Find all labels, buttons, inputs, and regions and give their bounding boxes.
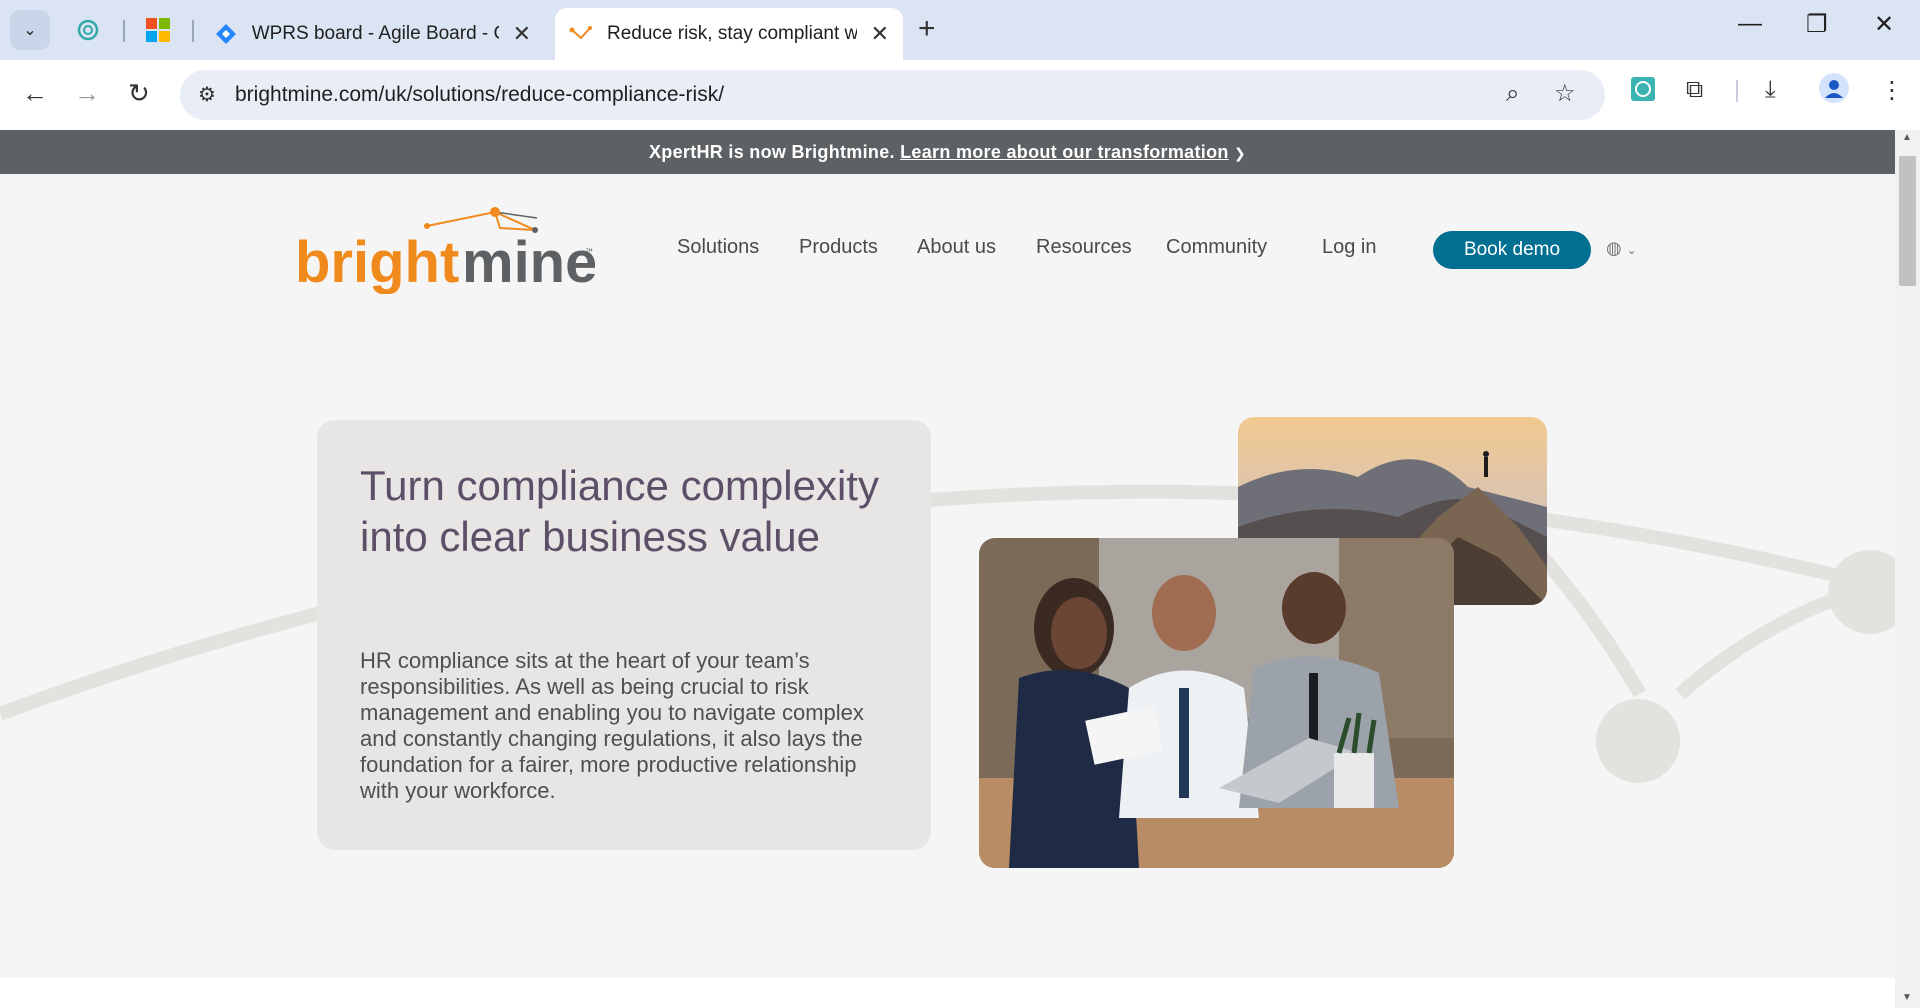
nav-community[interactable]: Community xyxy=(1166,236,1267,259)
restore-icon[interactable]: ❐ xyxy=(1806,10,1828,39)
browser-chrome: ⌄ WPRS board - Agile Board - CE ✕ Reduce… xyxy=(0,0,1920,130)
tab-separator xyxy=(192,20,194,42)
globe-icon: ◍ xyxy=(1606,238,1622,258)
nav-log-in[interactable]: Log in xyxy=(1322,236,1377,259)
extensions-puzzle-icon[interactable]: ⧉ xyxy=(1686,76,1703,104)
svg-text:bright: bright xyxy=(295,230,459,294)
nav-about-us[interactable]: About us xyxy=(917,236,996,259)
team-meeting-image xyxy=(979,538,1454,868)
book-demo-button[interactable]: Book demo xyxy=(1433,231,1591,269)
chevron-right-icon: ❯ xyxy=(1233,145,1247,161)
chevron-down-icon: ⌄ xyxy=(1626,243,1637,257)
chevron-down-icon: ⌄ xyxy=(23,22,37,39)
page-content: bright mine ™ Solutions Products About u… xyxy=(0,174,1895,978)
menu-kebab-icon[interactable]: ⋮ xyxy=(1880,76,1904,105)
hero-title: Turn compliance complexity into clear bu… xyxy=(360,462,879,560)
browser-toolbar: ← → ↻ ⚙ brightmine.com/uk/solutions/redu… xyxy=(0,60,1920,130)
banner-text: XpertHR is now Brightmine. xyxy=(648,142,895,162)
vertical-scrollbar[interactable]: ▲ ▼ xyxy=(1895,130,1920,1008)
announcement-banner: XpertHR is now Brightmine. Learn more ab… xyxy=(0,130,1895,174)
url-text: brightmine.com/uk/solutions/reduce-compl… xyxy=(235,83,725,106)
tab-wprs-board[interactable]: WPRS board - Agile Board - CE ✕ xyxy=(200,8,545,60)
tab-separator xyxy=(123,20,125,42)
extension-chatgpt-glyph xyxy=(1631,77,1655,101)
profile-avatar-glyph xyxy=(1819,73,1849,103)
tab-strip: ⌄ WPRS board - Agile Board - CE ✕ Reduce… xyxy=(0,0,1920,60)
bookmark-star-icon[interactable]: ☆ xyxy=(1554,79,1576,108)
brightmine-logo[interactable]: bright mine ™ xyxy=(295,204,597,299)
back-arrow-icon[interactable]: ← xyxy=(22,78,48,109)
forward-arrow-icon[interactable]: → xyxy=(74,78,100,109)
tab-title: Reduce risk, stay compliant with xyxy=(606,23,857,44)
svg-text:™: ™ xyxy=(585,247,593,256)
scrollbar-thumb[interactable] xyxy=(1899,156,1916,286)
extension-chatgpt-icon[interactable] xyxy=(1630,76,1656,109)
page-bottom-strip xyxy=(0,978,1895,1008)
hero-body: HR compliance sits at the heart of your … xyxy=(360,648,864,803)
close-tab-icon[interactable]: ✕ xyxy=(513,21,531,47)
scroll-down-arrow-icon[interactable]: ▼ xyxy=(1902,992,1912,1003)
zoom-icon[interactable]: ⌕ xyxy=(1506,80,1519,108)
address-bar[interactable]: ⚙ brightmine.com/uk/solutions/reduce-com… xyxy=(180,70,1605,120)
hero-text-card: Turn compliance complexity into clear bu… xyxy=(317,420,931,850)
background-decoration xyxy=(0,484,1895,783)
new-tab-icon[interactable]: + xyxy=(918,12,936,46)
close-window-icon[interactable]: ✕ xyxy=(1874,10,1894,39)
site-info-icon[interactable]: ⚙ xyxy=(198,82,216,107)
profile-avatar-icon[interactable] xyxy=(1818,72,1850,111)
nav-resources[interactable]: Resources xyxy=(1036,236,1132,259)
language-selector[interactable]: ◍ ⌄ xyxy=(1606,238,1637,259)
pinned-tab-microsoft[interactable] xyxy=(142,14,174,46)
reload-icon[interactable]: ↻ xyxy=(128,78,150,109)
openai-icon xyxy=(77,19,99,41)
banner-link[interactable]: Learn more about our transformation xyxy=(900,142,1229,162)
tab-search-button[interactable]: ⌄ xyxy=(10,10,50,50)
nav-products[interactable]: Products xyxy=(799,236,878,259)
tab-title: WPRS board - Agile Board - CE xyxy=(251,23,499,44)
microsoft-icon xyxy=(146,18,170,42)
svg-text:mine: mine xyxy=(462,230,595,294)
close-tab-icon[interactable]: ✕ xyxy=(871,21,889,47)
tab-brightmine[interactable]: Reduce risk, stay compliant with ✕ xyxy=(555,8,903,60)
team-meeting-photo xyxy=(979,538,1454,868)
toolbar-separator xyxy=(1736,80,1738,102)
downloads-icon[interactable]: ⤓ xyxy=(1765,76,1776,104)
minimize-icon[interactable]: — xyxy=(1738,10,1762,38)
logo-mark: bright mine ™ xyxy=(295,207,597,295)
jira-icon xyxy=(216,24,236,44)
brightmine-favicon-icon xyxy=(569,26,592,40)
nav-solutions[interactable]: Solutions xyxy=(677,236,759,259)
scroll-up-arrow-icon[interactable]: ▲ xyxy=(1902,132,1912,143)
pinned-tab-chatgpt[interactable] xyxy=(72,14,104,46)
